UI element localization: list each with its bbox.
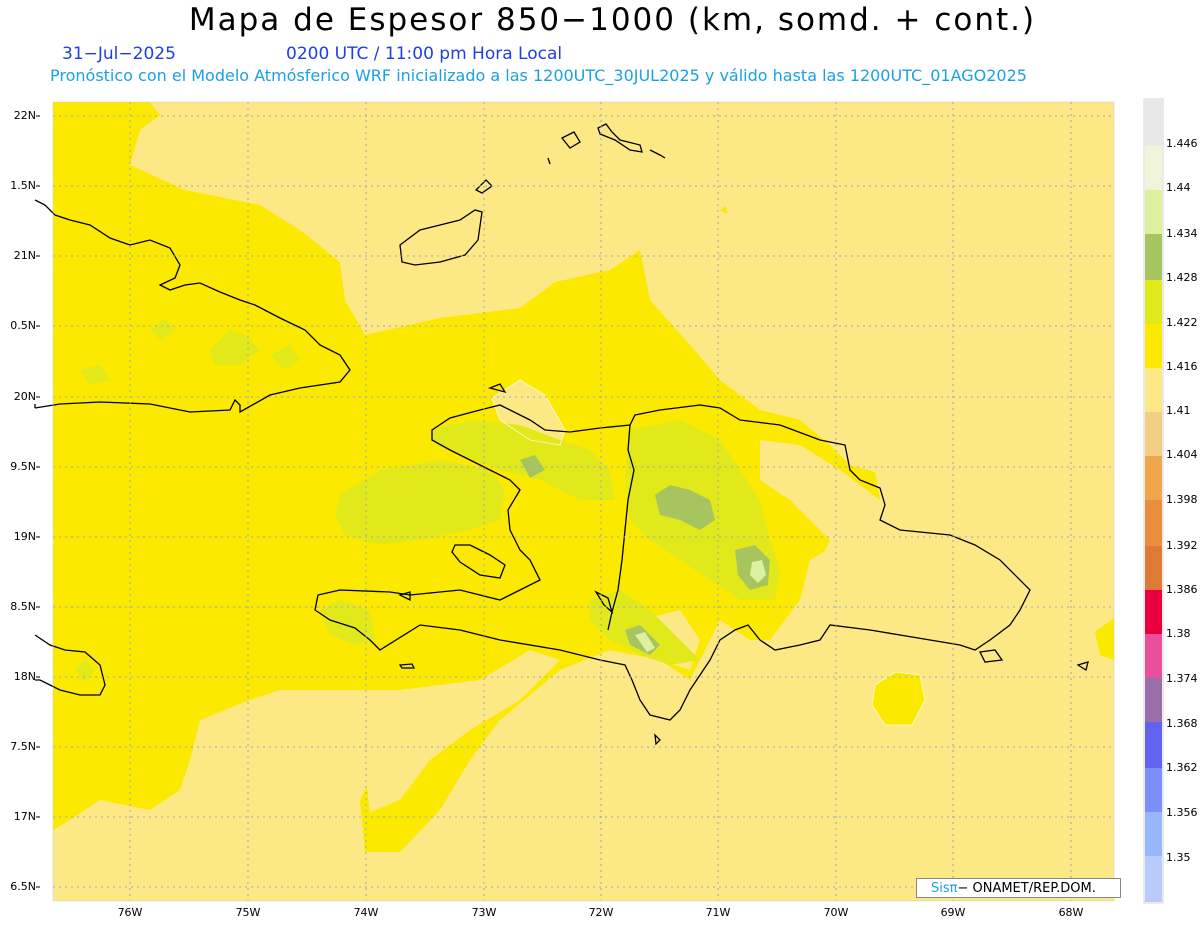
colorbar-label: 1.392 <box>1166 539 1198 552</box>
colorbar-label: 1.404 <box>1166 448 1198 461</box>
colorbar-label: 1.35 <box>1166 851 1191 864</box>
lon-label: 69W <box>940 906 966 919</box>
colorbar-box-7 <box>1145 368 1162 412</box>
colorbar-box-5 <box>1145 280 1162 324</box>
colorbar-box-8 <box>1145 412 1162 456</box>
colorbar-box-1 <box>1145 100 1162 146</box>
colorbar-label: 1.362 <box>1166 761 1198 774</box>
lon-label: 70W <box>823 906 849 919</box>
credit-org: − ONAMET/REP.DOM. <box>957 881 1096 896</box>
lat-label: 19N <box>13 530 36 543</box>
colorbar-box-12 <box>1145 590 1162 634</box>
lon-label: 71W <box>705 906 731 919</box>
colorbar-box-17 <box>1145 812 1162 856</box>
axis-ticks <box>36 115 40 888</box>
colorbar <box>1143 98 1164 904</box>
colorbar-label: 1.434 <box>1166 227 1198 240</box>
lat-label: 20N <box>13 390 36 403</box>
lon-label: 76W <box>117 906 143 919</box>
colorbar-box-2 <box>1145 146 1162 190</box>
lat-label: 1.5N <box>10 179 36 192</box>
colorbar-label: 1.368 <box>1166 717 1198 730</box>
lon-label: 73W <box>471 906 497 919</box>
colorbar-label: 1.416 <box>1166 360 1198 373</box>
lat-label: 17N <box>13 810 36 823</box>
colorbar-box-10 <box>1145 500 1162 546</box>
colorbar-label: 1.356 <box>1166 806 1198 819</box>
colorbar-label: 1.398 <box>1166 493 1198 506</box>
colorbar-box-3 <box>1145 190 1162 234</box>
colorbar-label: 1.44 <box>1166 181 1191 194</box>
credit-box: Sisπ− ONAMET/REP.DOM. <box>916 878 1121 898</box>
lat-label: 0.5N <box>10 319 36 332</box>
colorbar-label: 1.41 <box>1166 404 1191 417</box>
colorbar-label: 1.446 <box>1166 137 1198 150</box>
colorbar-box-15 <box>1145 722 1162 768</box>
lat-label: 6.5N <box>10 880 36 893</box>
lat-label: 22N <box>13 109 36 122</box>
lon-label: 75W <box>235 906 261 919</box>
colorbar-box-18 <box>1145 856 1162 902</box>
lon-label: 72W <box>588 906 614 919</box>
colorbar-box-9 <box>1145 456 1162 500</box>
lat-label: 8.5N <box>10 600 36 613</box>
colorbar-box-4 <box>1145 234 1162 280</box>
colorbar-label: 1.422 <box>1166 316 1198 329</box>
colorbar-box-13 <box>1145 634 1162 678</box>
colorbar-box-11 <box>1145 546 1162 590</box>
colorbar-label: 1.374 <box>1166 672 1198 685</box>
lat-label: 9.5N <box>10 460 36 473</box>
lat-label: 7.5N <box>10 740 36 753</box>
lat-label: 18N <box>13 670 36 683</box>
colorbar-box-16 <box>1145 768 1162 812</box>
lat-label: 21N <box>13 249 36 262</box>
colorbar-box-14 <box>1145 678 1162 722</box>
colorbar-box-6 <box>1145 324 1162 368</box>
colorbar-label: 1.38 <box>1166 627 1191 640</box>
lon-label: 68W <box>1058 906 1084 919</box>
colorbar-label: 1.428 <box>1166 271 1198 284</box>
colorbar-label: 1.386 <box>1166 583 1198 596</box>
credit-brand: Sisπ <box>931 881 958 896</box>
lon-label: 74W <box>353 906 379 919</box>
map-svg <box>34 98 1164 904</box>
